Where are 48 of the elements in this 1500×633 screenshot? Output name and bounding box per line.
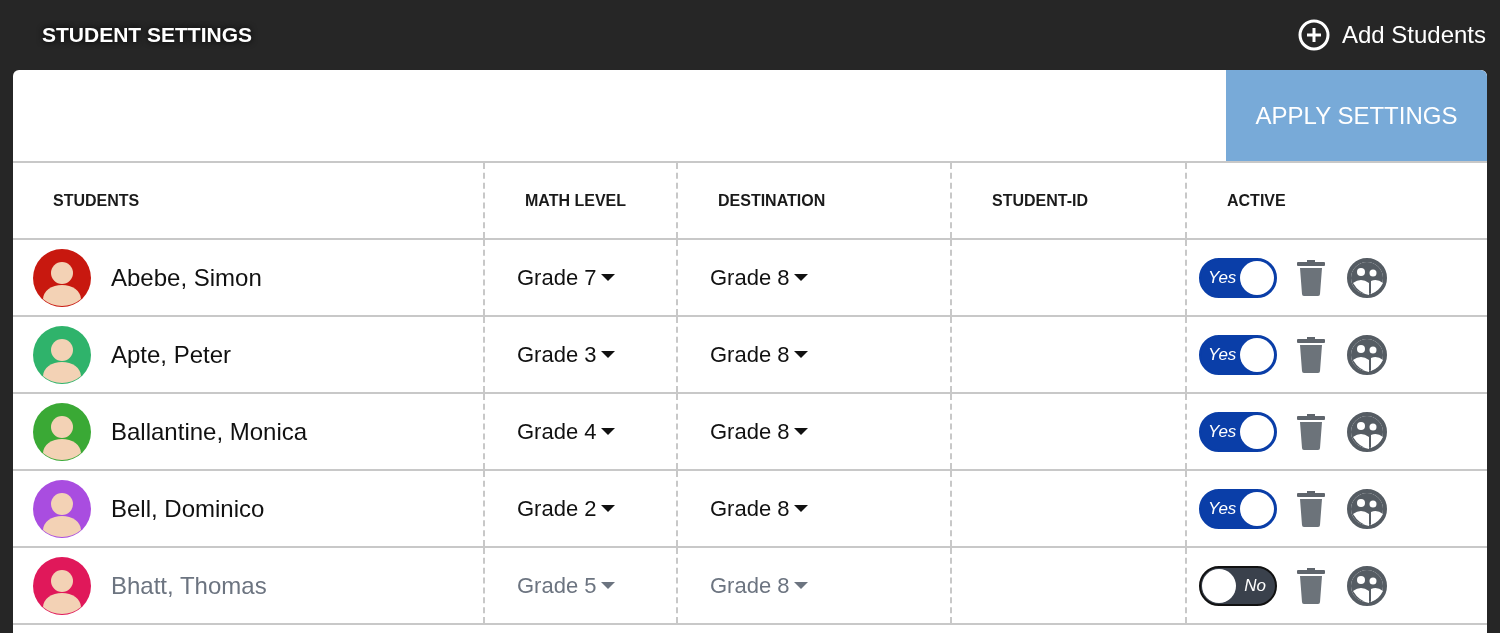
caret-icon bbox=[793, 274, 808, 281]
math-level-dropdown[interactable]: Grade 5 bbox=[517, 569, 615, 602]
math-level-dropdown[interactable]: Grade 7 bbox=[517, 261, 615, 294]
caret-icon bbox=[600, 505, 615, 512]
column-header: DESTINATION bbox=[717, 190, 826, 211]
add-students-button[interactable]: Add Students bbox=[1297, 17, 1486, 53]
group-icon[interactable] bbox=[1347, 411, 1387, 452]
caret-icon bbox=[600, 274, 615, 281]
student-name: Abebe, Simon bbox=[111, 262, 262, 293]
column-header: MATH LEVEL bbox=[524, 190, 627, 211]
trash-icon[interactable] bbox=[1297, 413, 1325, 450]
student-name: Bell, Dominico bbox=[111, 493, 265, 524]
trash-icon[interactable] bbox=[1297, 567, 1325, 604]
caret-icon bbox=[793, 505, 808, 512]
column-header: ACTIVE bbox=[1226, 190, 1286, 211]
active-toggle[interactable]: Yes bbox=[1199, 257, 1277, 298]
math-level-dropdown[interactable]: Grade 3 bbox=[517, 338, 615, 371]
caret-icon bbox=[600, 582, 615, 589]
destination-dropdown[interactable]: Grade 8 bbox=[710, 415, 808, 448]
math-level-dropdown[interactable]: Grade 2 bbox=[517, 492, 615, 525]
group-icon[interactable] bbox=[1347, 565, 1387, 606]
column-header: STUDENTS bbox=[52, 190, 140, 211]
column-header: STUDENT-ID bbox=[991, 190, 1088, 211]
caret-icon bbox=[793, 582, 808, 589]
trash-icon[interactable] bbox=[1297, 490, 1325, 527]
add-icon bbox=[1297, 19, 1330, 51]
page-title: STUDENT SETTINGS bbox=[42, 22, 252, 49]
student-name: Bhatt, Thomas bbox=[111, 570, 267, 601]
destination-dropdown[interactable]: Grade 8 bbox=[710, 492, 808, 525]
trash-icon[interactable] bbox=[1297, 259, 1325, 296]
caret-icon bbox=[793, 428, 808, 435]
student-name: Ballantine, Monica bbox=[111, 416, 308, 447]
active-toggle[interactable]: Yes bbox=[1199, 334, 1277, 375]
destination-dropdown[interactable]: Grade 8 bbox=[710, 261, 808, 294]
caret-icon bbox=[600, 351, 615, 358]
caret-icon bbox=[793, 351, 808, 358]
trash-icon[interactable] bbox=[1297, 336, 1325, 373]
student-name: Apte, Peter bbox=[111, 339, 232, 370]
destination-dropdown[interactable]: Grade 8 bbox=[710, 569, 808, 602]
group-icon[interactable] bbox=[1347, 334, 1387, 375]
active-toggle[interactable]: Yes bbox=[1199, 411, 1277, 452]
math-level-dropdown[interactable]: Grade 4 bbox=[517, 415, 615, 448]
active-toggle[interactable]: Yes bbox=[1199, 488, 1277, 529]
group-icon[interactable] bbox=[1347, 488, 1387, 529]
group-icon[interactable] bbox=[1347, 257, 1387, 298]
active-toggle[interactable]: No bbox=[1199, 565, 1277, 606]
destination-dropdown[interactable]: Grade 8 bbox=[710, 338, 808, 371]
caret-icon bbox=[600, 428, 615, 435]
